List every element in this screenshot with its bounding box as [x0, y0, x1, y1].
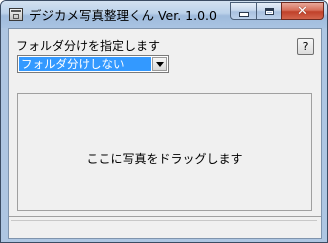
close-icon: ✕: [297, 3, 308, 19]
folder-mode-label: フォルダ分けを指定します: [16, 39, 161, 53]
folder-mode-select[interactable]: フォルダ分けしない: [17, 55, 169, 73]
app-icon[interactable]: [9, 8, 23, 21]
maximize-button[interactable]: [256, 2, 282, 20]
client-area: フォルダ分けを指定します ? フォルダ分けしない ここに写真をドラッグします: [8, 28, 322, 239]
close-button[interactable]: ✕: [281, 2, 324, 20]
maximize-icon: [264, 7, 274, 15]
title-bar[interactable]: デジカメ写真整理くん Ver. 1.0.0 ✕: [1, 1, 327, 28]
app-window: デジカメ写真整理くん Ver. 1.0.0 ✕ フォルダ分けを指定します ? フ…: [0, 0, 328, 243]
folder-mode-selected-value: フォルダ分けしない: [19, 57, 151, 71]
window-title: デジカメ写真整理くん Ver. 1.0.0: [29, 8, 217, 23]
minimize-icon: [238, 11, 249, 17]
status-bar: [9, 216, 321, 238]
help-button[interactable]: ?: [297, 38, 314, 55]
drop-zone-hint: ここに写真をドラッグします: [86, 152, 243, 166]
minimize-button[interactable]: [230, 2, 257, 20]
photo-drop-zone[interactable]: ここに写真をドラッグします: [17, 93, 312, 211]
chevron-down-icon[interactable]: [152, 57, 167, 71]
